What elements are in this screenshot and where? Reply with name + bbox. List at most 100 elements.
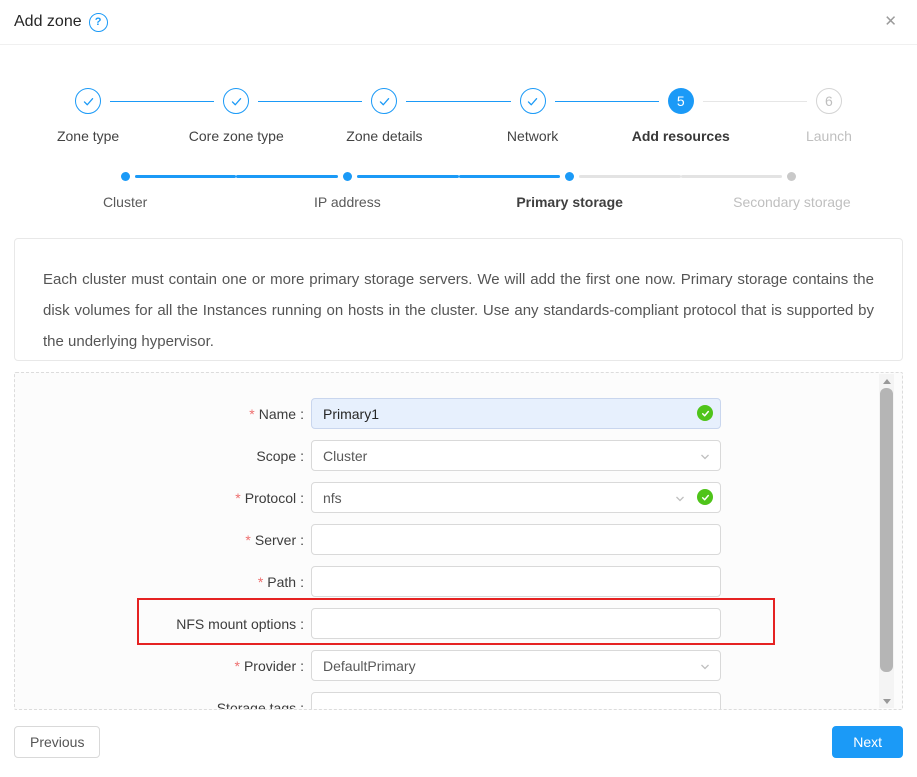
- substep-connector-row: [236, 171, 458, 181]
- step-zone-type: Zone type: [14, 88, 162, 144]
- label-colon: :: [300, 490, 304, 506]
- step-connector-line: [755, 101, 807, 102]
- step-connector-line: [110, 101, 162, 102]
- triangle-up-icon: [883, 379, 891, 384]
- form-label: Scope:: [15, 448, 304, 464]
- step-connector-line: [162, 101, 214, 102]
- step-connector-row: [459, 88, 607, 114]
- substep-label: Secondary storage: [733, 194, 851, 210]
- close-icon[interactable]: ✕: [884, 11, 897, 33]
- form-field: Cluster: [311, 440, 721, 471]
- step-number: 5: [677, 93, 685, 109]
- previous-button[interactable]: Previous: [14, 726, 100, 758]
- substep-connector-line: [135, 175, 237, 178]
- step-number-circle: 6: [816, 88, 842, 114]
- check-icon: [223, 88, 249, 114]
- required-asterisk: *: [245, 532, 250, 548]
- wizard-steps: Zone type Core zone type Zone details Netwo…: [14, 88, 903, 144]
- form-field: [311, 608, 721, 639]
- step-connector-row: 5: [607, 88, 755, 114]
- label-colon: :: [300, 574, 304, 590]
- check-icon: [75, 88, 101, 114]
- form-row-server: *Server:: [15, 524, 902, 555]
- label-colon: :: [300, 616, 304, 632]
- form-field: DefaultPrimary: [311, 650, 721, 681]
- form-row-scope: Scope: Cluster: [15, 440, 902, 471]
- substep-ip-address: IP address: [236, 171, 458, 210]
- form-field: nfs: [311, 482, 721, 513]
- substep-label: Cluster: [103, 194, 147, 210]
- field-label-text: Scope: [256, 448, 296, 464]
- required-asterisk: *: [249, 406, 254, 422]
- substep-label: IP address: [314, 194, 381, 210]
- form-row-provider: *Provider:DefaultPrimary: [15, 650, 902, 681]
- step-label: Launch: [806, 128, 852, 144]
- field-label-text: NFS mount options: [176, 616, 296, 632]
- step-label: Core zone type: [189, 128, 284, 144]
- help-icon[interactable]: ?: [89, 13, 108, 32]
- form-row-nfs-mount-options: NFS mount options:: [15, 608, 902, 639]
- scrollbar[interactable]: [879, 374, 894, 708]
- field-label-text: Name: [259, 406, 296, 422]
- scroll-up-arrow-icon[interactable]: [879, 374, 894, 388]
- step-connector-line: [406, 101, 458, 102]
- step-connector-line: [258, 101, 310, 102]
- substep-connector-line: [357, 175, 459, 178]
- resource-substeps: Cluster IP address Primary storage Secondar…: [14, 171, 903, 210]
- substep-label: Primary storage: [516, 194, 623, 210]
- step-label: Zone details: [346, 128, 422, 144]
- step-connector-row: 6: [755, 88, 903, 114]
- label-colon: :: [300, 448, 304, 464]
- step-connector-line: [555, 101, 607, 102]
- substep-dot-icon: [787, 172, 796, 181]
- step-number-circle: 5: [668, 88, 694, 114]
- name-input[interactable]: [311, 398, 721, 429]
- form-row-name: *Name:: [15, 398, 902, 429]
- info-panel: Each cluster must contain one or more pr…: [14, 238, 903, 361]
- field-label-text: Provider: [244, 658, 296, 674]
- substep-connector-row: [14, 171, 236, 181]
- protocol-select[interactable]: nfs: [311, 482, 721, 513]
- form-field: [311, 524, 721, 555]
- form-label: *Protocol:: [15, 490, 304, 506]
- step-add-resources: 5Add resources: [607, 88, 755, 144]
- field-label-text: Protocol: [245, 490, 296, 506]
- provider-select[interactable]: DefaultPrimary: [311, 650, 721, 681]
- success-check-icon: [697, 489, 713, 505]
- form-label: *Server:: [15, 532, 304, 548]
- next-button[interactable]: Next: [832, 726, 903, 758]
- required-asterisk: *: [258, 574, 263, 590]
- form-field: [311, 398, 721, 429]
- server-input[interactable]: [311, 524, 721, 555]
- step-connector-line: [310, 101, 362, 102]
- step-connector-line: [459, 101, 511, 102]
- form-label: *Path:: [15, 574, 304, 590]
- form-field: [311, 566, 721, 597]
- substep-connector-line: [459, 175, 561, 178]
- substep-secondary-storage: Secondary storage: [681, 171, 903, 210]
- storage-tags-input[interactable]: [311, 692, 721, 710]
- scrollbar-thumb[interactable]: [880, 388, 893, 672]
- nfs-mount-options-input[interactable]: [311, 608, 721, 639]
- step-zone-details: Zone details: [310, 88, 458, 144]
- step-label: Network: [507, 128, 558, 144]
- label-colon: :: [300, 532, 304, 548]
- substep-dot-icon: [121, 172, 130, 181]
- scope-select[interactable]: Cluster: [311, 440, 721, 471]
- form-row-protocol: *Protocol: nfs: [15, 482, 902, 513]
- chevron-down-icon: [674, 492, 686, 510]
- form-label: *Name:: [15, 406, 304, 422]
- path-input[interactable]: [311, 566, 721, 597]
- check-icon: [371, 88, 397, 114]
- form-label: NFS mount options:: [15, 616, 304, 632]
- step-connector-row: [14, 88, 162, 114]
- substep-connector-line: [236, 175, 338, 178]
- check-icon: [520, 88, 546, 114]
- step-connector-line: [607, 101, 659, 102]
- scroll-down-arrow-icon[interactable]: [879, 694, 894, 708]
- form-row-path: *Path:: [15, 566, 902, 597]
- dialog-footer: Previous Next: [14, 726, 903, 758]
- substep-connector-line: [681, 175, 783, 178]
- substep-connector-line: [579, 175, 681, 178]
- label-colon: :: [300, 658, 304, 674]
